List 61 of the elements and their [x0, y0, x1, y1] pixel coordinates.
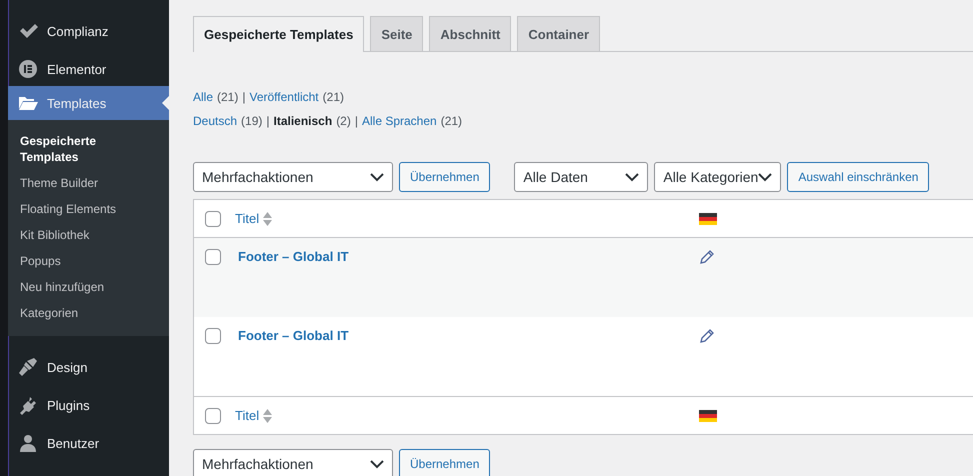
count: (19)	[241, 114, 262, 128]
pencil-icon[interactable]	[699, 249, 715, 265]
checkmark-icon	[18, 21, 38, 41]
german-flag-icon	[699, 410, 717, 422]
separator: |	[354, 114, 358, 128]
sidebar-item[interactable]: Plugins	[8, 388, 169, 422]
submenu-item[interactable]: Gespeicherte Templates	[8, 128, 169, 170]
dropdown[interactable]: Mehrfachaktionen	[193, 449, 393, 476]
count: (2)	[336, 114, 351, 128]
dropdown[interactable]: Alle Kategorien	[654, 162, 782, 192]
filter-link[interactable]: Alle Sprachen	[362, 114, 437, 128]
submenu-item[interactable]: Popups	[8, 248, 169, 274]
filter-link[interactable]: Veröffentlicht	[249, 90, 319, 104]
pencil-icon[interactable]	[699, 328, 715, 344]
column-header[interactable]: Titel	[235, 211, 260, 226]
user-icon	[18, 433, 38, 453]
dropdown[interactable]: Alle Daten	[514, 162, 648, 192]
sidebar-item[interactable]: Elementor	[8, 52, 169, 86]
plug-icon	[18, 395, 38, 415]
apply-button[interactable]: Übernehmen	[399, 449, 490, 476]
apply-button[interactable]: Übernehmen	[399, 162, 490, 192]
filter-link[interactable]: Alle	[193, 90, 214, 104]
sidebar-item[interactable]: Design	[8, 350, 169, 384]
chevron-icon	[758, 172, 772, 182]
chevron-icon	[625, 172, 640, 182]
chevron-icon	[370, 460, 384, 468]
submenu-item[interactable]: Kit Bibliothek	[8, 222, 169, 248]
submenu-item[interactable]: Floating Elements	[8, 196, 169, 222]
dropdown[interactable]: Mehrfachaktionen	[193, 162, 393, 192]
filter-link[interactable]: Italienisch	[274, 114, 332, 128]
sidebar-item[interactable]: Complianz	[8, 14, 169, 48]
german-flag-icon	[699, 212, 717, 224]
column-header[interactable]: Titel	[235, 408, 260, 423]
select-all-checkbox[interactable]	[205, 210, 221, 226]
logo-icon	[18, 59, 38, 79]
submenu-item[interactable]: Neu hinzufügen	[8, 274, 169, 300]
row-checkbox[interactable]	[205, 249, 221, 265]
filter-link[interactable]: Deutsch	[193, 114, 238, 128]
count: (21)	[322, 90, 344, 104]
row-checkbox[interactable]	[205, 328, 221, 344]
submenu-item[interactable]: Theme Builder	[8, 170, 169, 196]
select-all-checkbox[interactable]	[205, 408, 221, 424]
tab[interactable]: Seite	[370, 16, 424, 51]
filter-button[interactable]: Auswahl einschränken	[787, 162, 930, 192]
template-title-link[interactable]: Footer – Global IT	[238, 328, 349, 343]
sort-icon[interactable]	[263, 408, 272, 424]
submenu-item[interactable]: Kategorien	[8, 300, 169, 326]
count: (21)	[217, 90, 238, 104]
chevron-icon	[370, 172, 384, 182]
sidebar-item[interactable]: Templates	[8, 86, 169, 120]
tab[interactable]: Gespeicherte Templates	[193, 16, 364, 52]
sort-icon[interactable]	[263, 210, 272, 226]
sidebar-item[interactable]: Benutzer	[8, 426, 169, 460]
separator: |	[242, 90, 246, 104]
tab[interactable]: Container	[517, 16, 600, 51]
template-title-link[interactable]: Footer – Global IT	[238, 249, 349, 264]
paintbrush-icon	[18, 357, 38, 377]
separator: |	[266, 114, 270, 128]
count: (21)	[440, 114, 462, 128]
folder-icon	[18, 95, 38, 111]
tab[interactable]: Abschnitt	[429, 16, 512, 51]
